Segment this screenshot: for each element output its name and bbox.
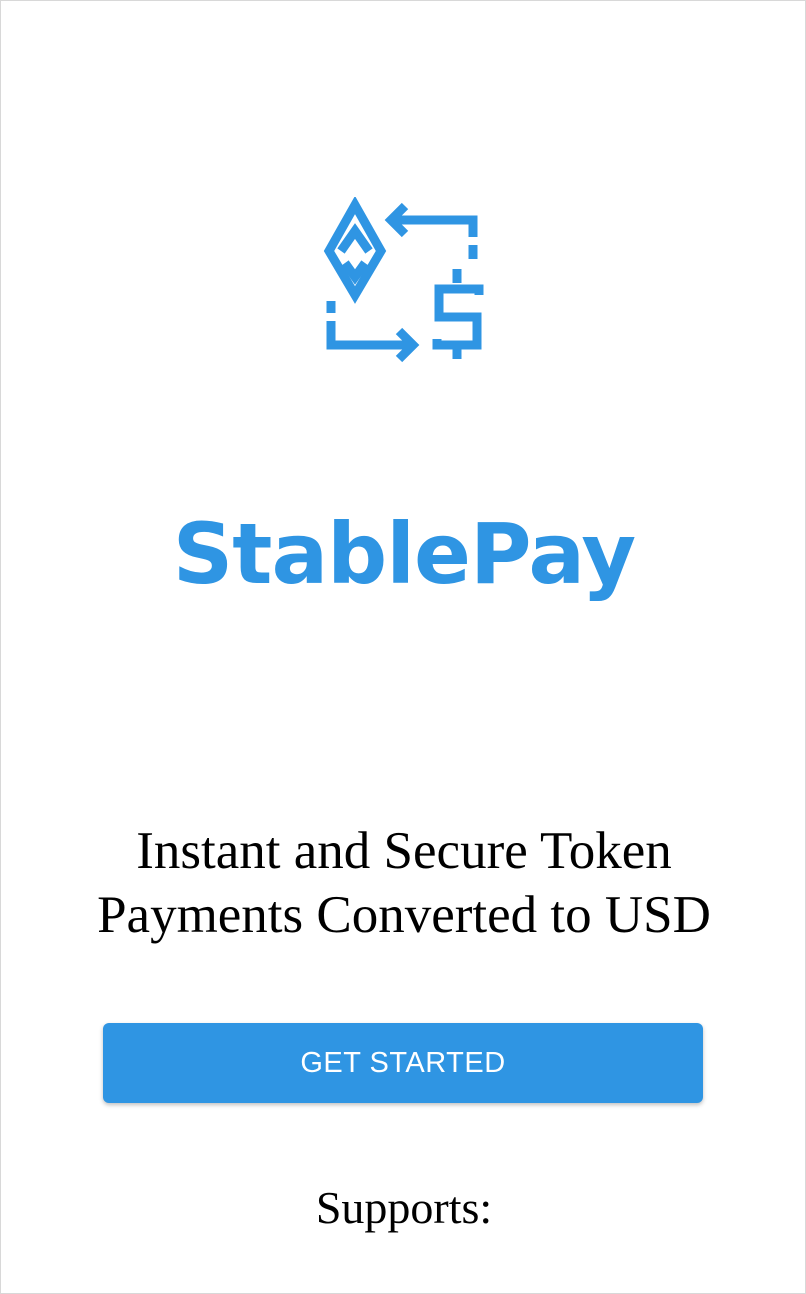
arrow-right-icon: [326, 301, 420, 363]
arrow-left-icon: [384, 202, 478, 259]
eth-to-dollar-exchange-icon: [323, 197, 484, 363]
ethereum-icon: [323, 197, 387, 304]
tagline-text: Instant and Secure Token Payments Conver…: [97, 822, 711, 944]
brand-title: StablePay: [172, 505, 636, 603]
supports-label: Supports:: [315, 1182, 493, 1233]
app-screen: StablePay Instant and Secure Token Payme…: [0, 0, 806, 1294]
get-started-button[interactable]: GET STARTED: [103, 1023, 703, 1103]
dollar-icon: [432, 269, 484, 359]
